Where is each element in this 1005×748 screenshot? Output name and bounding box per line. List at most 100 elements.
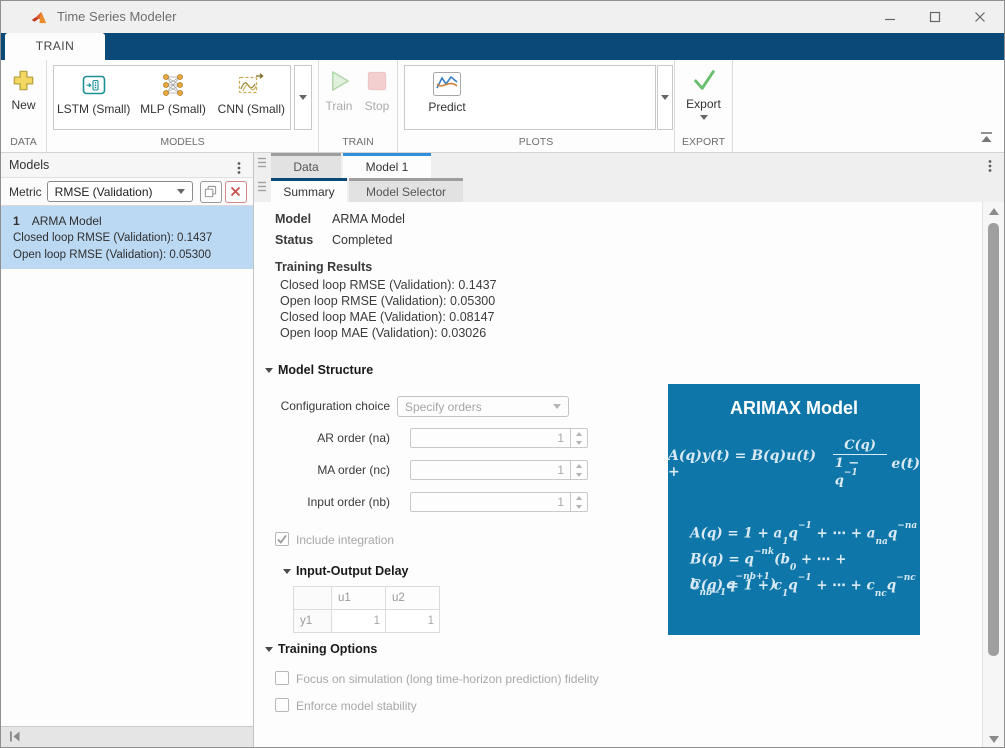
tab-model-1[interactable]: Model 1 (343, 153, 431, 178)
models-panel-header: Models (1, 153, 253, 178)
ribbon-toolbar: New DATA LST (1, 60, 1004, 153)
metric-dropdown[interactable]: RMSE (Validation) (47, 181, 193, 202)
chevron-down-icon (299, 95, 307, 100)
close-button[interactable] (965, 2, 995, 32)
predict-button-label: Predict (428, 100, 465, 114)
maximize-button[interactable] (920, 2, 950, 32)
ar-order-spinner[interactable]: 1 (410, 428, 588, 448)
chevron-down-icon (177, 189, 185, 194)
io-delay-section-header[interactable]: Input-Output Delay (283, 564, 409, 578)
tab-train[interactable]: TRAIN (5, 33, 105, 60)
spinner-stepper[interactable] (570, 461, 587, 479)
io-delay-table: u1 u2 y1 1 1 (293, 586, 440, 633)
arimax-equation-a: A(q) = 1 + a1q−1 + ⋯ + anaq−na (690, 522, 917, 547)
tab-data-label: Data (293, 160, 318, 174)
close-icon (974, 11, 986, 23)
collapse-triangle-icon (265, 368, 273, 373)
toolbar-section-plots: Predict PLOTS (398, 60, 675, 152)
gallery-item-lstm[interactable]: LSTM (Small) (54, 66, 133, 129)
spinner-stepper[interactable] (570, 429, 587, 447)
status-field-value: Completed (332, 233, 392, 247)
toolbar-section-data: New DATA (1, 60, 47, 152)
collapse-panel-left-icon[interactable] (9, 731, 21, 745)
stop-button[interactable]: Stop (359, 60, 395, 135)
window-title: Time Series Modeler (57, 1, 176, 33)
tab-data[interactable]: Data (271, 153, 341, 178)
table-row: y1 1 1 (294, 610, 440, 633)
input-order-value: 1 (411, 493, 570, 511)
model-structure-section-header[interactable]: Model Structure (265, 363, 373, 377)
model-item-metric-1: Closed loop RMSE (Validation): 0.1437 (13, 230, 243, 247)
section-label-data: DATA (1, 135, 46, 152)
train-button-label: Train (326, 99, 353, 113)
plots-gallery-dropdown[interactable] (657, 65, 673, 130)
collapse-triangle-icon (283, 569, 291, 574)
tab-group-grip-icon[interactable] (258, 181, 266, 195)
checkmark-icon (276, 533, 288, 545)
chevron-down-icon (553, 404, 561, 409)
vertical-scrollbar[interactable] (982, 202, 1004, 748)
plots-gallery: Predict (404, 65, 656, 130)
new-button-label: New (11, 98, 35, 112)
metric-dropdown-value: RMSE (Validation) (55, 185, 177, 199)
tab-group-grip-icon[interactable] (258, 157, 266, 171)
include-integration-label: Include integration (296, 533, 394, 547)
export-button-label: Export (686, 97, 721, 111)
gallery-item-mlp[interactable]: MLP (Small) (133, 66, 212, 129)
arimax-equation-c: C(q) = 1 + c1q−1 + ⋯ + cncq−nc (690, 574, 916, 599)
training-options-section-header[interactable]: Training Options (265, 642, 377, 656)
model-structure-title: Model Structure (278, 363, 373, 377)
predict-chart-icon (432, 71, 462, 97)
io-delay-cell-u2[interactable]: 1 (386, 610, 440, 633)
model-field-value: ARMA Model (332, 212, 405, 226)
focus-simulation-label: Focus on simulation (long time-horizon p… (296, 672, 599, 686)
focus-simulation-checkbox[interactable] (275, 671, 289, 685)
arimax-main-equation: A(q)y(t) = B(q)u(t) + C(q) 1 − q−1 e(t) (668, 439, 920, 489)
configuration-choice-value: Specify orders (405, 400, 553, 414)
ma-order-spinner[interactable]: 1 (410, 460, 588, 480)
train-button[interactable]: Train (319, 60, 359, 135)
spinner-stepper[interactable] (570, 493, 587, 511)
models-panel-footer (1, 726, 253, 748)
scrollbar-thumb[interactable] (988, 223, 999, 656)
status-field-label: Status (275, 233, 313, 247)
ribbon-tab-strip: TRAIN (1, 33, 1004, 60)
io-delay-cell-u1[interactable]: 1 (332, 610, 386, 633)
export-dropdown-icon[interactable] (700, 115, 708, 120)
cnn-icon (237, 71, 265, 99)
train-play-icon (326, 68, 352, 94)
metric-toolbar: Metric RMSE (Validation) (1, 178, 253, 206)
tab-summary[interactable]: Summary (271, 178, 347, 202)
new-button[interactable]: New (1, 60, 46, 135)
ma-order-value: 1 (411, 461, 570, 479)
delete-model-button[interactable] (225, 181, 247, 203)
model-list: 1ARMA Model Closed loop RMSE (Validation… (1, 206, 253, 726)
duplicate-model-button[interactable] (200, 181, 222, 203)
export-check-icon (690, 68, 718, 92)
model-item-metric-2: Open loop RMSE (Validation): 0.05300 (13, 247, 243, 264)
scrollbar-up-icon[interactable] (989, 208, 999, 215)
collapse-triangle-icon (265, 647, 273, 652)
ar-order-label: AR order (na) (254, 428, 390, 449)
metric-label: Metric (9, 185, 42, 199)
tab-model-selector[interactable]: Model Selector (349, 178, 463, 202)
gallery-item-cnn[interactable]: CNN (Small) (213, 66, 290, 129)
models-panel-menu-icon[interactable] (237, 159, 241, 184)
section-label-models: MODELS (47, 135, 318, 152)
include-integration-checkbox[interactable] (275, 532, 289, 546)
export-button[interactable]: Export (675, 60, 732, 135)
scrollbar-down-icon[interactable] (989, 736, 999, 743)
predict-button[interactable]: Predict (405, 66, 489, 129)
document-bar-menu-icon[interactable] (988, 159, 992, 176)
configuration-choice-dropdown[interactable]: Specify orders (397, 396, 569, 417)
minimize-button[interactable] (875, 2, 905, 32)
collapse-ribbon-icon[interactable] (979, 131, 994, 147)
ma-order-label: MA order (nc) (254, 460, 390, 481)
stop-button-label: Stop (365, 99, 390, 113)
model-list-item-selected[interactable]: 1ARMA Model Closed loop RMSE (Validation… (1, 206, 253, 269)
document-area: Data Model 1 Summary Model Selector (254, 153, 1004, 748)
enforce-stability-checkbox[interactable] (275, 698, 289, 712)
input-order-spinner[interactable]: 1 (410, 492, 588, 512)
models-gallery-dropdown[interactable] (294, 65, 312, 130)
models-gallery: LSTM (Small) (53, 65, 291, 130)
